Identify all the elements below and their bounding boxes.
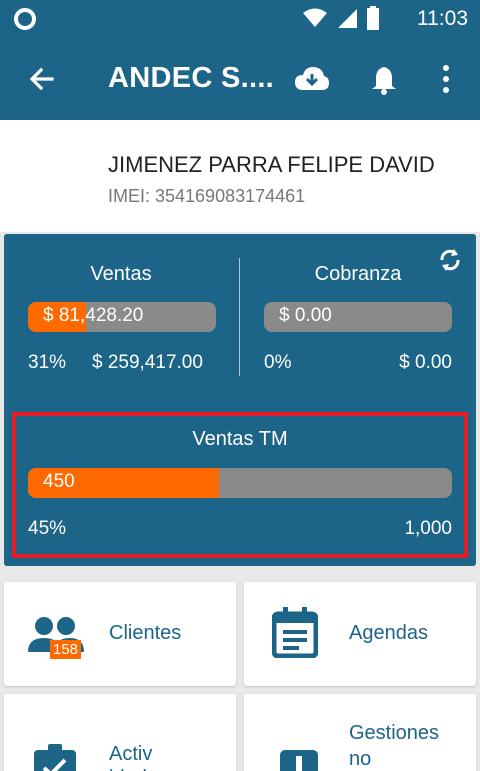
tile-clientes[interactable]: 158 Clientes	[4, 582, 236, 686]
app-bar: ANDEC S....	[0, 38, 480, 120]
cobranza-progress-bar: $ 0.00	[264, 302, 452, 332]
notifications-button[interactable]	[366, 61, 402, 97]
clientes-badge: 158	[50, 640, 82, 659]
user-imei: IMEI: 354169083174461	[108, 186, 306, 206]
divider	[239, 258, 240, 376]
clipboard-check-icon	[34, 744, 76, 771]
more-options-button[interactable]	[428, 61, 464, 97]
ventas-title: Ventas	[90, 263, 152, 285]
status-bar: 11:03	[0, 0, 480, 38]
cobranza-total: $ 0.00	[399, 352, 452, 373]
wifi-icon	[303, 8, 327, 27]
signal-icon	[338, 9, 357, 28]
clock: 11:03	[417, 7, 468, 30]
agendas-label: Agendas	[349, 622, 428, 644]
back-button[interactable]	[24, 61, 60, 97]
cloud-download-icon	[295, 67, 329, 90]
ventas-percent: 31%	[28, 352, 67, 373]
status-icons	[302, 6, 380, 30]
battery-icon	[367, 6, 379, 30]
alert-box-icon	[280, 750, 318, 771]
actividades-label: Activ idades	[109, 743, 168, 771]
more-vert-icon	[443, 65, 449, 93]
ventas-progress-bar: $ 81,428.20	[28, 302, 216, 332]
tile-gestiones[interactable]: Gestiones no	[244, 694, 476, 771]
app-title: ANDEC S....	[108, 62, 275, 94]
ventas-tm-percent: 45%	[28, 518, 67, 539]
arrow-back-icon	[29, 67, 54, 91]
ventas-bar-label: $ 81,428.20	[43, 305, 144, 326]
cobranza-percent: 0%	[264, 352, 292, 373]
bell-icon	[372, 65, 396, 95]
tile-actividades[interactable]: Activ idades	[4, 694, 236, 771]
cobranza-title: Cobranza	[314, 263, 402, 285]
clientes-label: Clientes	[109, 622, 182, 644]
gestiones-label: Gestiones no	[349, 722, 440, 770]
notification-icon	[14, 8, 36, 30]
cobranza-bar-label: $ 0.00	[279, 305, 332, 326]
tile-agendas[interactable]: Agendas	[244, 582, 476, 686]
ventas-total: $ 259,417.00	[92, 352, 203, 373]
user-name: JIMENEZ PARRA FELIPE DAVID	[108, 152, 435, 177]
ventas-tm-progress-bar: 450	[28, 468, 452, 498]
stats-panel: Ventas $ 81,428.20 31% $ 259,417.00 Cobr…	[4, 234, 476, 566]
ventas-tm-total: 1,000	[404, 518, 452, 539]
ventas-tm-bar-label: 450	[43, 471, 75, 492]
calendar-icon	[272, 607, 318, 658]
download-button[interactable]	[294, 61, 330, 97]
user-info: JIMENEZ PARRA FELIPE DAVID IMEI: 3541690…	[0, 120, 480, 232]
ventas-tm-title: Ventas TM	[192, 428, 288, 450]
